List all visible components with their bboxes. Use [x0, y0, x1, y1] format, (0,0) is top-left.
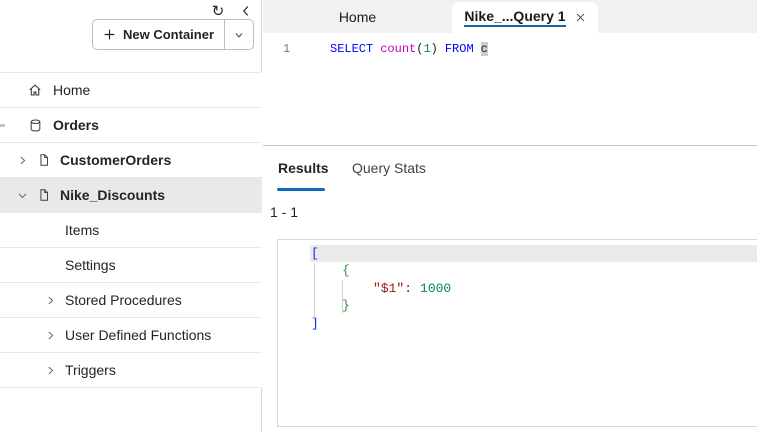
tab-bar: Home Nike_...Query 1: [263, 0, 757, 33]
json-line: [: [278, 245, 757, 263]
sidebar-item-label: Nike_Discounts: [60, 187, 166, 203]
document-icon: [36, 188, 52, 202]
refresh-button[interactable]: ↻: [207, 1, 229, 21]
line-number: 1: [283, 42, 291, 56]
sidebar-item-home[interactable]: Home: [0, 73, 262, 108]
sql-keyword: SELECT: [330, 42, 374, 56]
sidebar-item-stored-procedures[interactable]: Stored Procedures: [0, 283, 262, 318]
sql-function: count: [380, 42, 417, 56]
chevron-right-icon[interactable]: [44, 295, 56, 306]
sidebar-item-nike-discounts[interactable]: Nike_Discounts: [0, 178, 262, 213]
json-line: ]: [278, 315, 757, 332]
json-bracket: [: [311, 246, 319, 261]
tab-query-active[interactable]: Nike_...Query 1: [452, 2, 598, 33]
sidebar-item-label: CustomerOrders: [60, 152, 172, 168]
sidebar-item-triggers[interactable]: Triggers: [0, 353, 262, 388]
json-brace: {: [342, 263, 350, 279]
indent-guide: [314, 263, 315, 321]
chevron-down-icon: [233, 29, 245, 41]
tab-home[interactable]: Home: [263, 0, 452, 33]
sql-number: 1: [423, 42, 431, 56]
collapse-left-icon: [239, 4, 253, 18]
json-results-viewer[interactable]: [ { "$1": 1000 } ]: [277, 239, 757, 427]
indent-guide: [342, 280, 343, 313]
sidebar-item-customerorders[interactable]: CustomerOrders: [0, 143, 262, 178]
sidebar-item-settings[interactable]: Settings: [0, 248, 262, 283]
chevron-down-icon[interactable]: [16, 190, 28, 201]
clipped-chevron-fragment: [0, 124, 5, 127]
sidebar-item-label: Stored Procedures: [65, 292, 182, 308]
sidebar-item-label: Items: [65, 222, 100, 238]
tab-home-label: Home: [338, 8, 377, 25]
query-text[interactable]: SELECT count(1) FROM c: [330, 42, 488, 56]
new-container-label: New Container: [123, 27, 215, 42]
new-container-dropdown-button[interactable]: [224, 20, 253, 49]
sidebar-item-label: User Defined Functions: [65, 327, 212, 343]
sidebar-item-label: Home: [53, 82, 91, 98]
sidebar-item-user-defined-functions[interactable]: User Defined Functions: [0, 318, 262, 353]
sidebar-item-label: Orders: [53, 117, 99, 133]
collapse-sidebar-button[interactable]: [235, 1, 257, 21]
resource-tree: Home Orders CustomerOrders Nike_Discount…: [0, 72, 262, 388]
document-icon: [36, 153, 52, 167]
sql-keyword: FROM: [444, 42, 474, 56]
tab-query-stats[interactable]: Query Stats: [352, 160, 426, 176]
query-editor[interactable]: 1 SELECT count(1) FROM c: [263, 33, 757, 145]
tab-results[interactable]: Results: [278, 160, 329, 176]
json-line: {: [278, 262, 757, 279]
sidebar-item-label: Settings: [65, 257, 116, 273]
refresh-icon: ↻: [211, 2, 225, 20]
json-colon: :: [404, 280, 413, 296]
new-container-button[interactable]: New Container: [93, 20, 224, 49]
active-tab-indicator: [277, 188, 325, 191]
json-line: "$1": 1000: [278, 280, 757, 297]
json-key: "$1": [373, 280, 405, 296]
tab-query-label: Nike_...Query 1: [464, 8, 566, 27]
sidebar-item-orders[interactable]: Orders: [0, 108, 262, 143]
container-icon: [27, 118, 43, 133]
sql-alias-cursor: c: [480, 42, 488, 56]
home-icon: [27, 82, 43, 98]
json-brace: }: [342, 298, 350, 314]
new-container-split-button: New Container: [92, 19, 255, 50]
plus-icon: [103, 28, 116, 41]
json-line: }: [278, 297, 757, 314]
sidebar-item-items[interactable]: Items: [0, 213, 262, 248]
chevron-right-icon[interactable]: [44, 330, 56, 341]
chevron-right-icon[interactable]: [44, 365, 56, 376]
result-range-label: 1 - 1: [270, 204, 299, 220]
sidebar: ↻ New Container Home Orders CustomerOrde…: [0, 0, 262, 432]
sql-paren: ): [430, 42, 438, 56]
chevron-right-icon[interactable]: [16, 155, 28, 166]
close-icon[interactable]: [575, 12, 586, 23]
sidebar-item-label: Triggers: [65, 362, 116, 378]
json-value: 1000: [420, 280, 452, 296]
editor-results-divider[interactable]: [263, 145, 757, 146]
